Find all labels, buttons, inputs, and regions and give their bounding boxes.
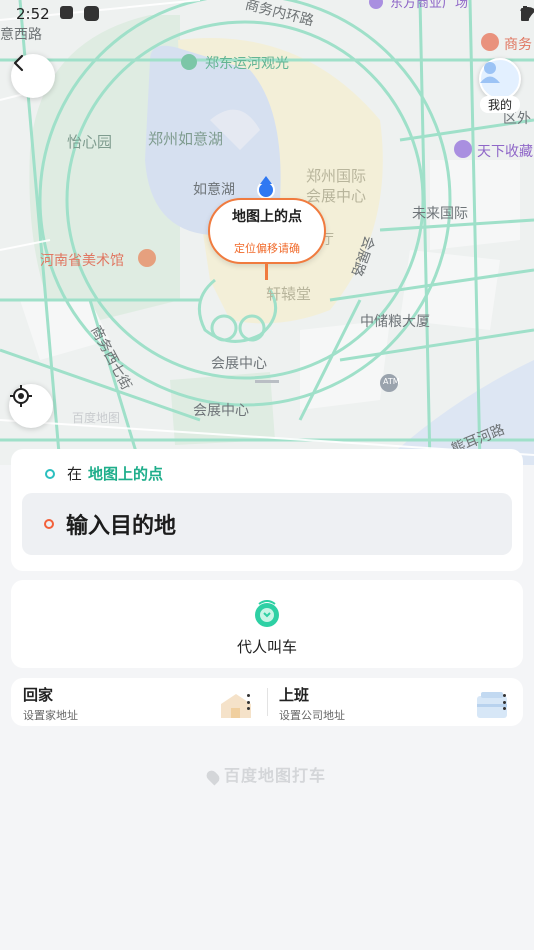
home-subtitle: 设置家地址 xyxy=(23,709,78,722)
map-label-poi: 郑东运河观光 xyxy=(205,56,289,72)
map-label-lake-short: 如意湖 xyxy=(193,182,235,198)
user-avatar-icon xyxy=(480,62,500,83)
locate-button[interactable] xyxy=(9,384,53,428)
map-label-future: 未来国际 xyxy=(412,206,468,222)
crosshair-icon xyxy=(10,385,32,407)
pickup-pin-bubble[interactable]: 地图上的点 定位偏移请确 xyxy=(208,198,326,264)
brand-logo: 百度地图打车 xyxy=(0,762,534,786)
map-label-expo: 郑州国际 会展中心 xyxy=(306,167,367,205)
notification-icon xyxy=(84,6,99,21)
home-more-button[interactable] xyxy=(246,694,250,710)
destination-input[interactable]: 输入目的地 xyxy=(22,493,512,555)
battery-icon xyxy=(521,6,529,21)
proxy-call-card[interactable]: 代人叫车 xyxy=(11,580,523,668)
home-title: 回家 xyxy=(23,686,54,704)
map-label-museum: 河南省美术馆 xyxy=(40,253,124,269)
my-label: 我的 xyxy=(480,96,520,113)
status-time: 2:52 xyxy=(16,5,50,23)
my-profile-button[interactable]: 我的 xyxy=(477,58,523,113)
map-label-poi: 商务 xyxy=(504,37,532,53)
route-card: 在 地图上的点 输入目的地 xyxy=(11,449,523,571)
map-label-lake: 郑州如意湖 xyxy=(148,130,224,148)
shortcut-address-card: 回家 设置家地址 上班 设置公司地址 xyxy=(11,678,523,726)
pickup-prefix: 在 xyxy=(67,465,83,483)
divider xyxy=(267,688,268,716)
map-watermark: 百度地图 xyxy=(72,411,121,425)
home-shortcut[interactable]: 回家 设置家地址 xyxy=(23,684,78,723)
pickup-location: 地图上的点 xyxy=(88,465,164,483)
notification-icon xyxy=(60,6,73,19)
pickup-dot-icon xyxy=(45,468,55,479)
avatar xyxy=(479,58,521,100)
map-label-xuanyuan: 轩辕堂 xyxy=(266,285,312,303)
map-label-station: 会展中心 xyxy=(211,356,267,372)
work-more-button[interactable] xyxy=(502,694,506,710)
destination-placeholder: 输入目的地 xyxy=(66,514,177,539)
pin-stem xyxy=(265,262,268,280)
map-view[interactable]: 商务内环路 意西路 郑东运河观光 怡心园 郑州如意湖 如意湖 郑州国际 会展中心… xyxy=(0,0,534,465)
work-shortcut[interactable]: 上班 设置公司地址 xyxy=(279,684,345,723)
atm-icon: ATM xyxy=(383,377,400,386)
map-label-poi: 天下收藏 xyxy=(477,144,533,160)
back-arrow-icon xyxy=(13,54,24,72)
proxy-call-icon xyxy=(255,600,279,627)
map-label-zhongchu: 中储粮大厦 xyxy=(360,314,430,330)
ride-hailing-page: 商务内环路 意西路 郑东运河观光 怡心园 郑州如意湖 如意湖 郑州国际 会展中心… xyxy=(0,0,534,950)
map-label-station: 会展中心 xyxy=(193,403,249,419)
pin-bubble-subtitle: 定位偏移请确 xyxy=(234,242,300,255)
destination-dot-icon xyxy=(44,519,54,529)
pin-bubble-title: 地图上的点 xyxy=(232,209,302,225)
back-button[interactable] xyxy=(11,54,55,98)
pickup-row[interactable]: 在 地图上的点 xyxy=(45,463,163,484)
map-label-park: 怡心园 xyxy=(67,133,113,151)
map-pin-icon xyxy=(204,768,222,785)
brand-name: 百度地图打车 xyxy=(223,766,326,785)
work-subtitle: 设置公司地址 xyxy=(279,709,345,722)
status-bar: 2:52 xyxy=(0,0,534,28)
work-title: 上班 xyxy=(279,686,310,704)
proxy-call-label: 代人叫车 xyxy=(236,638,297,656)
